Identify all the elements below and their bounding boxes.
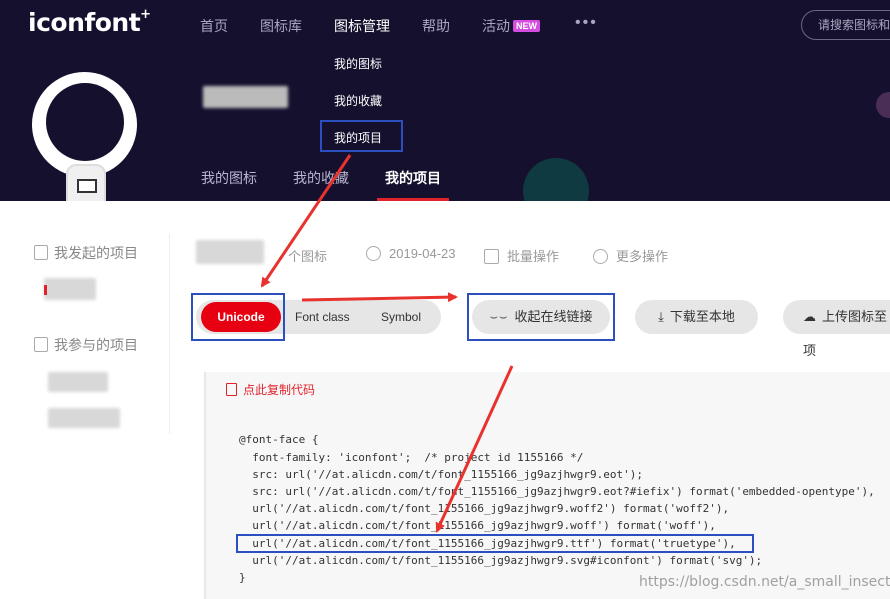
watermark: https://blog.csdn.net/a_small_insect	[639, 574, 890, 590]
arrow-to-truetype	[435, 365, 514, 533]
arrow-to-collapse-link	[301, 292, 458, 303]
arrow-to-unicode	[260, 154, 352, 288]
annotation-arrows	[260, 154, 514, 533]
